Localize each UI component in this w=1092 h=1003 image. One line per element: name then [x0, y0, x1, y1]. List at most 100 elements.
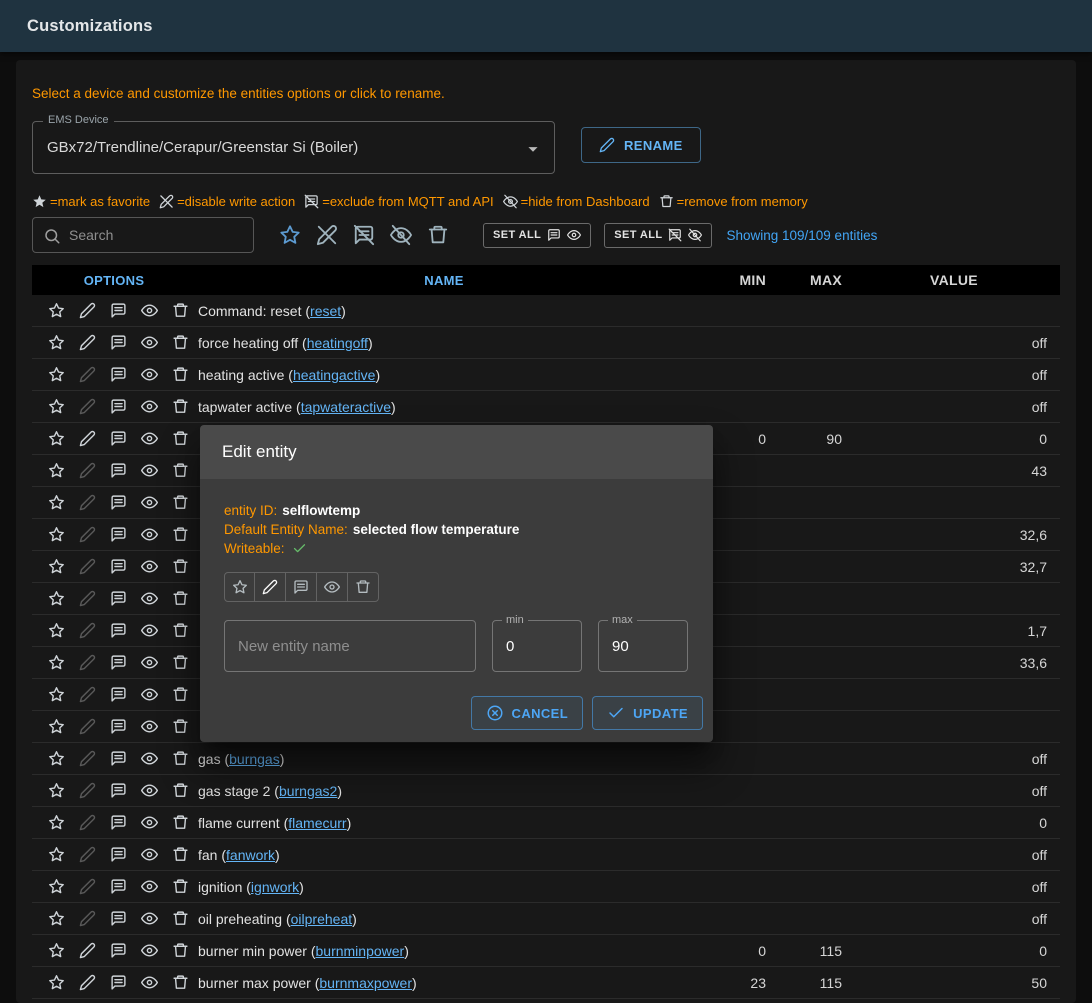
edit-icon[interactable] [79, 494, 96, 511]
comments-icon[interactable] [110, 814, 127, 831]
visibility-icon[interactable] [141, 302, 158, 319]
delete-icon[interactable] [172, 878, 189, 895]
delete-icon[interactable] [172, 750, 189, 767]
favorite-icon[interactable] [48, 782, 65, 799]
edit-icon[interactable] [79, 846, 96, 863]
delete-icon[interactable] [172, 974, 189, 991]
comments-icon[interactable] [110, 398, 127, 415]
delete-icon[interactable] [172, 654, 189, 671]
favorite-icon[interactable] [48, 718, 65, 735]
edit-icon[interactable] [79, 910, 96, 927]
favorite-icon[interactable] [48, 974, 65, 991]
favorite-icon[interactable] [48, 590, 65, 607]
filter-disable-write-button[interactable] [313, 221, 341, 249]
comments-icon[interactable] [110, 974, 127, 991]
delete-icon[interactable] [172, 398, 189, 415]
visibility-icon[interactable] [141, 462, 158, 479]
visibility-icon[interactable] [141, 718, 158, 735]
edit-icon[interactable] [79, 526, 96, 543]
edit-icon[interactable] [79, 398, 96, 415]
favorite-icon[interactable] [48, 942, 65, 959]
search-field[interactable] [32, 217, 254, 253]
favorite-icon[interactable] [48, 430, 65, 447]
edit-icon[interactable] [79, 750, 96, 767]
edit-icon[interactable] [79, 366, 96, 383]
favorite-icon[interactable] [48, 846, 65, 863]
visibility-icon[interactable] [141, 654, 158, 671]
set-all-hide-button[interactable]: SET ALL [604, 223, 712, 248]
delete-icon[interactable] [172, 910, 189, 927]
favorite-icon[interactable] [48, 526, 65, 543]
delete-icon[interactable] [172, 846, 189, 863]
entity-code-link[interactable]: burngas2 [279, 783, 337, 799]
delete-icon[interactable] [172, 942, 189, 959]
edit-icon[interactable] [79, 334, 96, 351]
visibility-icon[interactable] [141, 782, 158, 799]
max-field[interactable]: max [598, 620, 688, 672]
search-input[interactable] [33, 227, 253, 243]
visibility-icon[interactable] [141, 910, 158, 927]
delete-icon[interactable] [172, 334, 189, 351]
comments-icon[interactable] [110, 526, 127, 543]
comments-icon[interactable] [110, 846, 127, 863]
visibility-icon[interactable] [141, 494, 158, 511]
delete-icon[interactable] [172, 718, 189, 735]
favorite-icon[interactable] [48, 494, 65, 511]
ems-device-select[interactable]: EMS Device GBx72/Trendline/Cerapur/Green… [32, 121, 555, 174]
comments-icon[interactable] [110, 622, 127, 639]
comments-icon[interactable] [110, 910, 127, 927]
delete-icon[interactable] [172, 622, 189, 639]
edit-icon[interactable] [79, 302, 96, 319]
cancel-button[interactable]: CANCEL [471, 696, 584, 730]
comments-icon[interactable] [110, 942, 127, 959]
comments-icon[interactable] [110, 878, 127, 895]
comments-icon[interactable] [110, 430, 127, 447]
comments-icon[interactable] [110, 718, 127, 735]
comments-icon[interactable] [110, 334, 127, 351]
favorite-icon[interactable] [48, 334, 65, 351]
favorite-icon[interactable] [48, 558, 65, 575]
visibility-icon[interactable] [141, 686, 158, 703]
rename-button[interactable]: RENAME [581, 127, 701, 163]
toggle-write-button[interactable] [255, 572, 286, 602]
delete-icon[interactable] [172, 430, 189, 447]
entity-code-link[interactable]: ignwork [251, 879, 299, 895]
visibility-icon[interactable] [141, 590, 158, 607]
delete-icon[interactable] [172, 366, 189, 383]
edit-icon[interactable] [79, 622, 96, 639]
entity-code-link[interactable]: heatingactive [293, 367, 376, 383]
update-button[interactable]: UPDATE [592, 696, 703, 730]
comments-icon[interactable] [110, 366, 127, 383]
favorite-icon[interactable] [48, 750, 65, 767]
favorite-icon[interactable] [48, 910, 65, 927]
comments-icon[interactable] [110, 782, 127, 799]
visibility-icon[interactable] [141, 622, 158, 639]
new-entity-name-input[interactable] [225, 638, 475, 655]
edit-icon[interactable] [79, 718, 96, 735]
favorite-icon[interactable] [48, 366, 65, 383]
visibility-icon[interactable] [141, 974, 158, 991]
comments-icon[interactable] [110, 654, 127, 671]
delete-icon[interactable] [172, 526, 189, 543]
toggle-visibility-button[interactable] [317, 572, 348, 602]
entity-code-link[interactable]: reset [310, 303, 341, 319]
edit-icon[interactable] [79, 462, 96, 479]
comments-icon[interactable] [110, 686, 127, 703]
entity-code-link[interactable]: burngas [229, 751, 280, 767]
comments-icon[interactable] [110, 750, 127, 767]
entity-code-link[interactable]: fanwork [226, 847, 275, 863]
favorite-icon[interactable] [48, 622, 65, 639]
new-entity-name-field[interactable] [224, 620, 476, 672]
edit-icon[interactable] [79, 942, 96, 959]
visibility-icon[interactable] [141, 942, 158, 959]
favorite-icon[interactable] [48, 814, 65, 831]
filter-remove-memory-button[interactable] [424, 221, 452, 249]
visibility-icon[interactable] [141, 814, 158, 831]
comments-icon[interactable] [110, 494, 127, 511]
edit-icon[interactable] [79, 974, 96, 991]
entity-code-link[interactable]: burnmaxpower [319, 975, 412, 991]
visibility-icon[interactable] [141, 366, 158, 383]
comments-icon[interactable] [110, 558, 127, 575]
visibility-icon[interactable] [141, 430, 158, 447]
visibility-icon[interactable] [141, 334, 158, 351]
